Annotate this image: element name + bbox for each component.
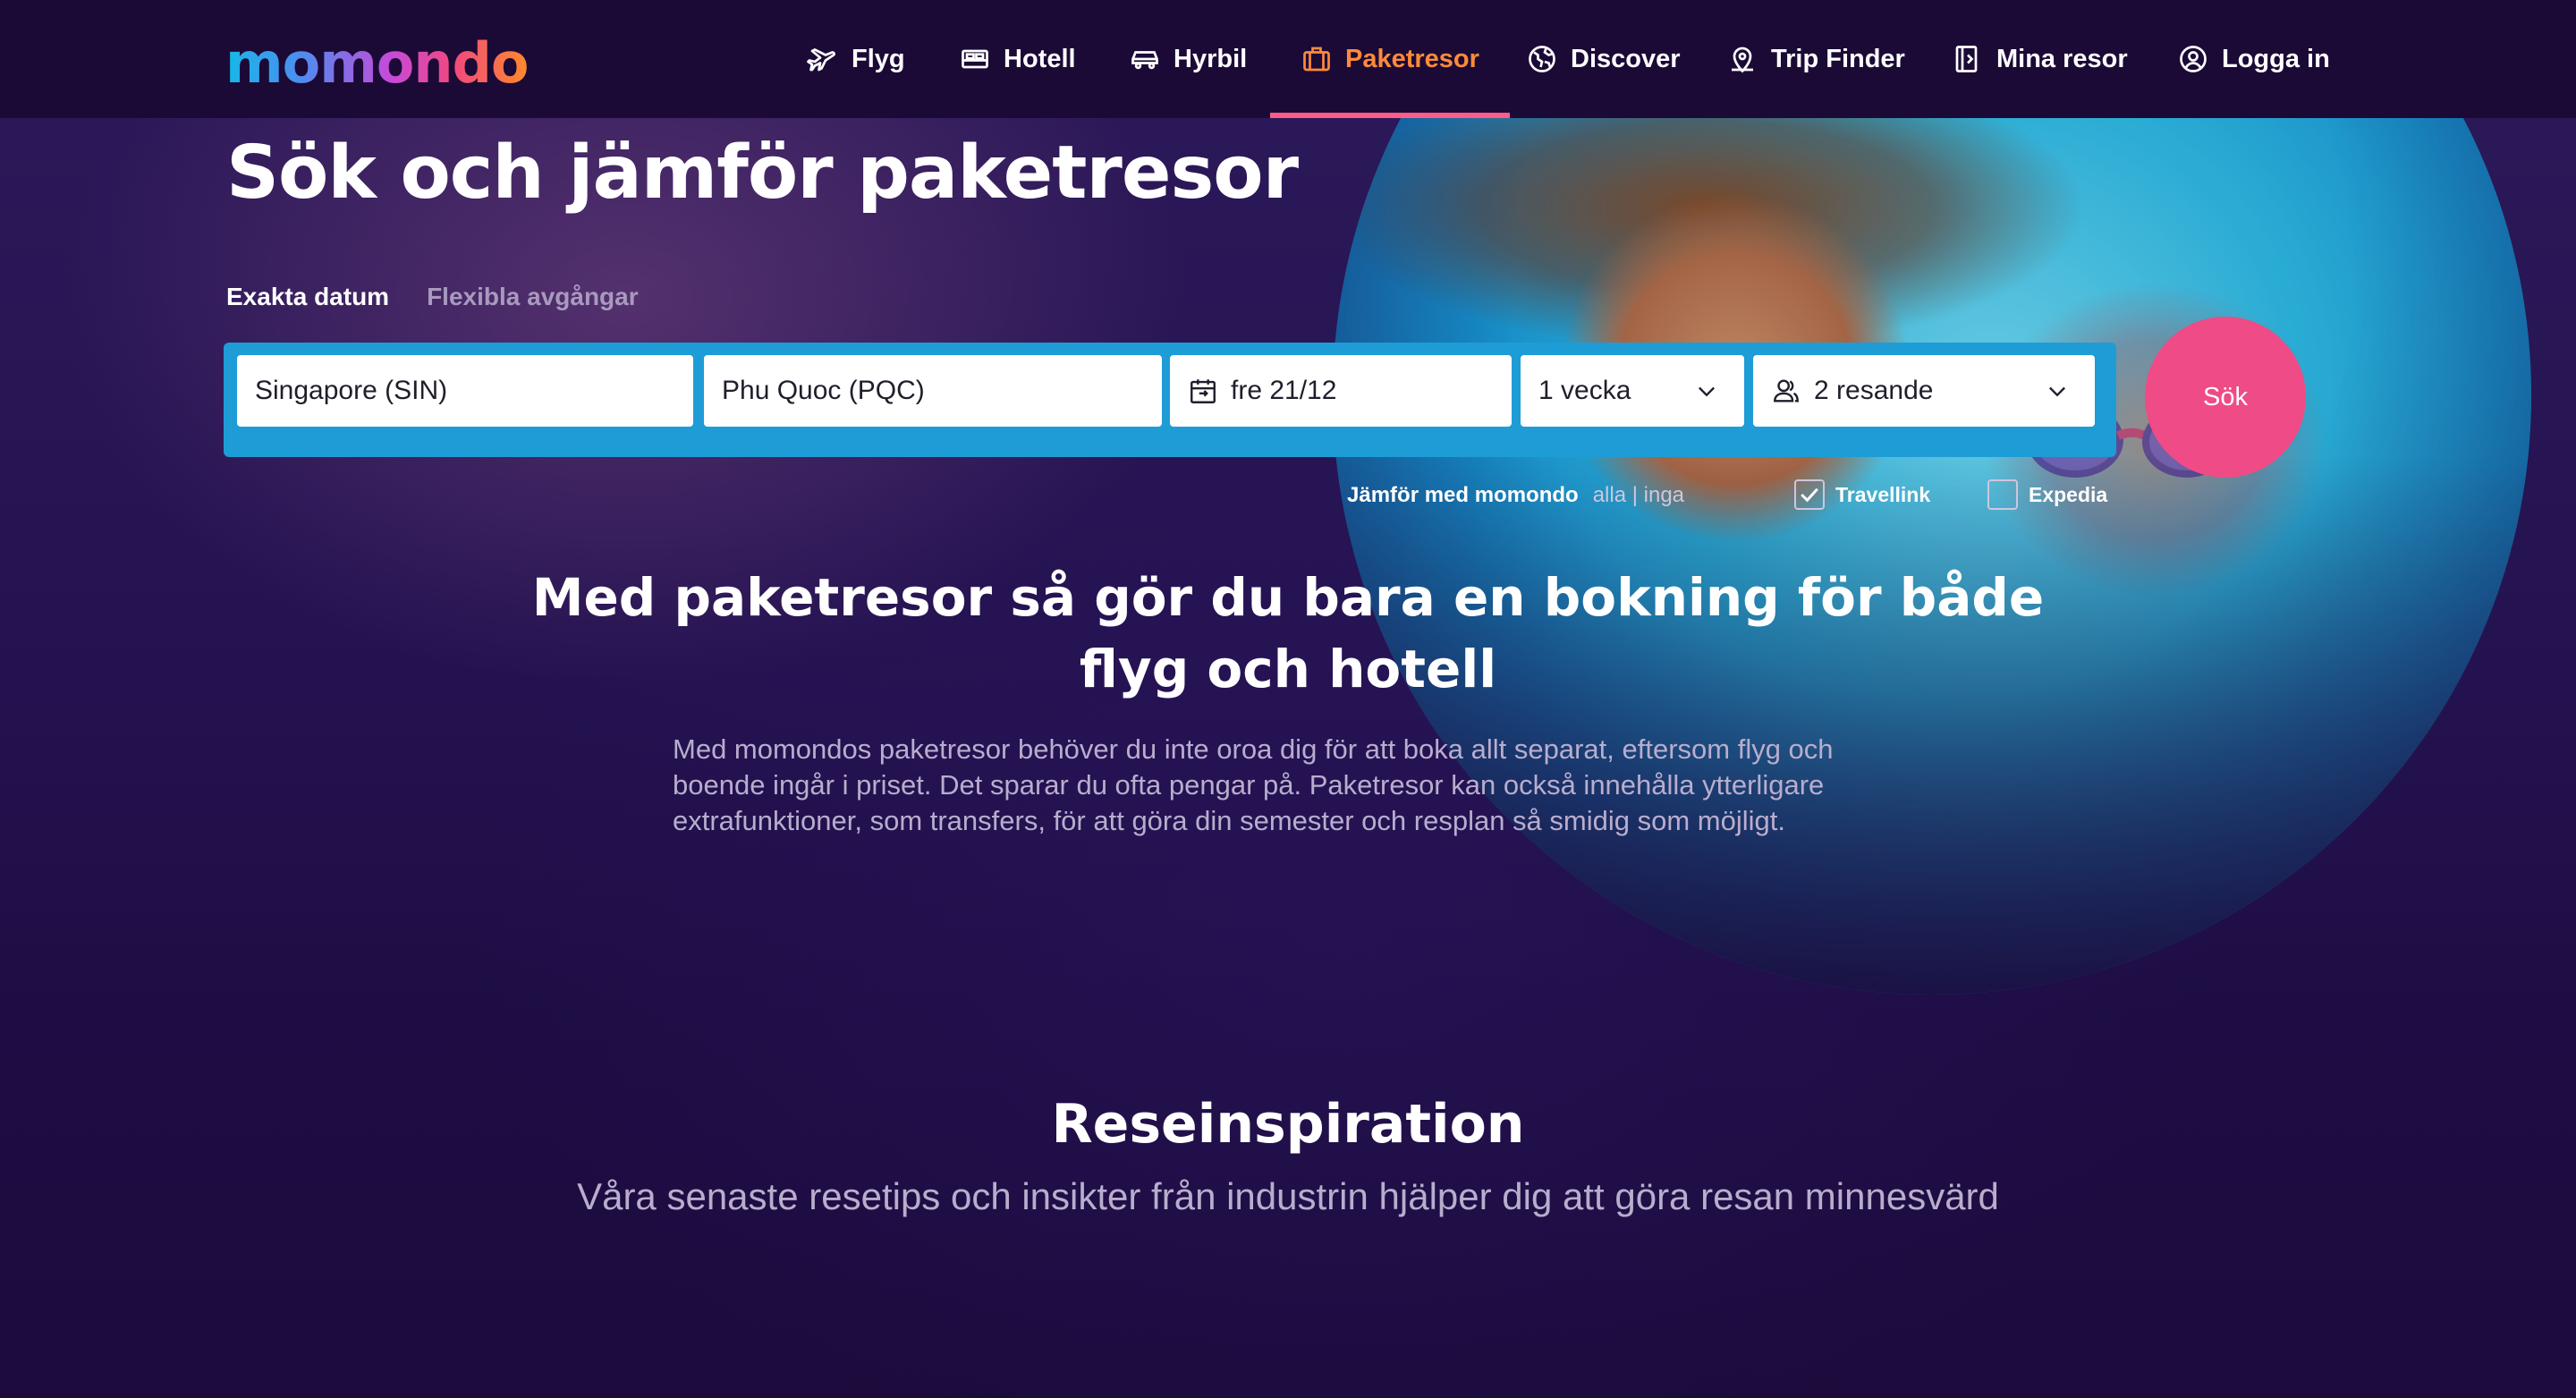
compare-label: Jämför med momondo xyxy=(1347,483,1579,507)
calendar-icon xyxy=(1188,376,1218,406)
checkbox[interactable] xyxy=(1794,479,1825,510)
compare-links: alla | inga xyxy=(1593,483,1684,508)
compare-separator: | xyxy=(1631,483,1638,507)
origin-field[interactable] xyxy=(237,355,693,427)
nav-label: Hotell xyxy=(1004,44,1076,73)
nav-label: Hyrbil xyxy=(1174,44,1248,73)
nav-item-mina-resor[interactable]: Mina resor xyxy=(1952,0,2128,118)
select-all-link[interactable]: alla xyxy=(1593,483,1626,507)
main-nav: Flyg Hotell Hyrbil Paketresor Discover T… xyxy=(0,0,2576,118)
compare-row: Jämför med momondo alla | inga xyxy=(1347,478,1684,513)
checkmark-icon xyxy=(1801,487,1818,503)
nav-item-paketresor[interactable]: Paketresor xyxy=(1270,0,1510,118)
select-none-link[interactable]: inga xyxy=(1644,483,1684,507)
destination-field[interactable] xyxy=(704,355,1162,427)
nav-label: Flyg xyxy=(852,44,905,73)
suitcase-icon xyxy=(1301,43,1333,75)
nav-item-trip-finder[interactable]: Trip Finder xyxy=(1726,0,1905,118)
date-mode-tabs: Exakta datum Flexibla avgångar xyxy=(226,283,639,311)
nav-item-logga-in[interactable]: Logga in xyxy=(2177,0,2330,118)
nav-item-discover[interactable]: Discover xyxy=(1526,0,1681,118)
inspiration-subtitle: Våra senaste resetips och insikter från … xyxy=(577,1175,1999,1217)
inspiration-heading: Reseinspiration xyxy=(1051,1093,1525,1156)
nav-item-hyrbil[interactable]: Hyrbil xyxy=(1129,0,1247,118)
map-pin-icon xyxy=(1726,43,1758,75)
provider-label: Expedia xyxy=(2029,482,2108,506)
nav-label: Mina resor xyxy=(1996,44,2128,73)
tab-flexibla-avgangar[interactable]: Flexibla avgångar xyxy=(427,283,639,311)
travelers-value: 2 resande xyxy=(1814,376,1934,405)
bed-icon xyxy=(959,43,991,75)
globe-icon xyxy=(1526,43,1558,75)
nav-label: Logga in xyxy=(2222,44,2330,73)
nav-label: Discover xyxy=(1571,44,1681,73)
checkbox[interactable] xyxy=(1987,479,2018,510)
page-title: Sök och jämför paketresor xyxy=(226,131,1299,216)
provider-checkbox-travellink[interactable]: Travellink xyxy=(1794,479,1930,510)
duration-select[interactable]: 1 vecka xyxy=(1521,355,1744,427)
user-icon xyxy=(2177,43,2209,75)
date-picker[interactable]: fre 21/12 xyxy=(1170,355,1512,427)
nav-label: Trip Finder xyxy=(1771,44,1905,73)
promo-body: Med momondos paketresor behöver du inte … xyxy=(673,733,1834,836)
provider-label: Travellink xyxy=(1835,482,1931,506)
nav-item-flyg[interactable]: Flyg xyxy=(807,0,905,118)
travelers-icon xyxy=(1771,376,1801,406)
trips-icon xyxy=(1952,43,1984,75)
tab-exakta-datum[interactable]: Exakta datum xyxy=(226,283,389,311)
promo-heading: Med paketresor så gör du bara en bokning… xyxy=(531,567,2045,699)
provider-checkbox-expedia[interactable]: Expedia xyxy=(1987,479,2107,510)
nav-label: Paketresor xyxy=(1345,44,1479,73)
travelers-select[interactable]: 2 resande xyxy=(1753,355,2095,427)
site-header: momondo Flyg Hotell Hyrbil Paketresor Di… xyxy=(0,0,2576,118)
hero-photo-fade xyxy=(1333,118,2531,995)
duration-value: 1 vecka xyxy=(1538,376,1631,405)
date-value: fre 21/12 xyxy=(1231,376,1337,405)
nav-item-hotell[interactable]: Hotell xyxy=(959,0,1076,118)
chevron-down-icon xyxy=(2045,378,2070,403)
car-icon xyxy=(1129,43,1161,75)
origin-input[interactable] xyxy=(255,376,675,406)
search-form: fre 21/12 1 vecka 2 resande xyxy=(224,343,2116,457)
plane-icon xyxy=(807,43,839,75)
search-button[interactable]: Sök xyxy=(2145,317,2306,478)
destination-input[interactable] xyxy=(722,376,1144,406)
chevron-down-icon xyxy=(1694,378,1719,403)
